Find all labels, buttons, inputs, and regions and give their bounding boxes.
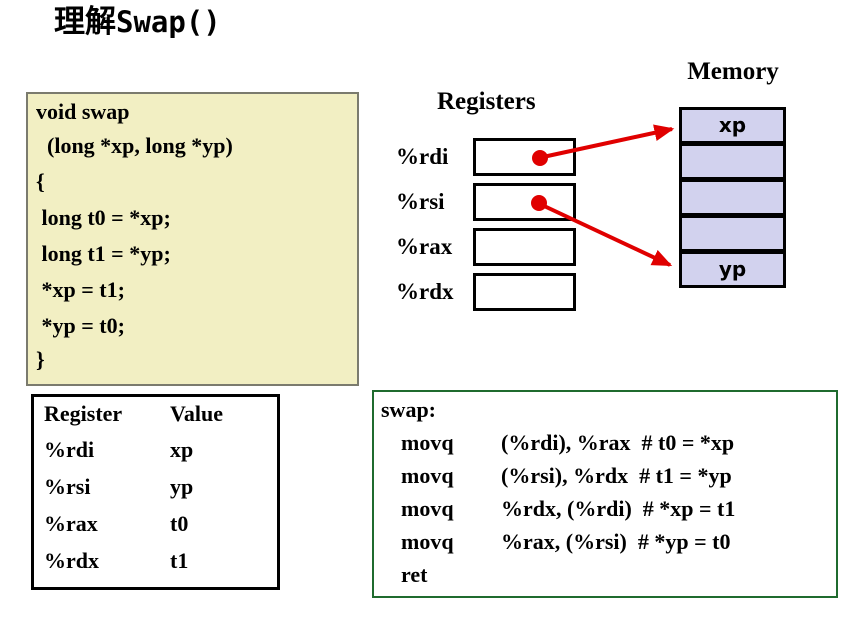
memory-cell-empty[interactable] (679, 179, 786, 216)
registers-heading: Registers (437, 88, 536, 115)
c-code-line: long t0 = *xp; (36, 205, 171, 230)
diagram-register-cell-rsi[interactable] (473, 183, 576, 221)
assembly-code-box: swap: movq (%rdi), %rax # t0 = *xp movq … (372, 390, 838, 598)
table-header-row: Register Value (34, 401, 277, 438)
asm-mnemonic: movq (401, 529, 454, 554)
register-value-table: Register Value %rdi xp %rsi yp %rax t0 %… (31, 394, 280, 590)
memory-cell-yp[interactable]: yp (679, 251, 786, 288)
page-title-mono: Swap() (116, 5, 221, 39)
c-source-code-box: void swap (long *xp, long *yp) { long t0… (26, 92, 359, 386)
cell-register-name: %rdx (44, 548, 99, 573)
diagram-register-label-rsi: %rsi (396, 189, 445, 214)
cell-register-value: xp (170, 437, 194, 462)
cell-register-name: %rdi (44, 437, 95, 462)
memory-cell-empty[interactable] (679, 215, 786, 252)
asm-operands: %rax, (%rsi) # *yp = t0 (501, 529, 731, 554)
table-row: %rdx t1 (34, 548, 277, 585)
c-code-line: *yp = t0; (36, 313, 125, 338)
table-row: %rsi yp (34, 474, 277, 511)
asm-operands: %rdx, (%rdi) # *xp = t1 (501, 496, 736, 521)
c-code-line: long t1 = *yp; (36, 241, 171, 266)
asm-mnemonic: movq (401, 430, 454, 455)
c-code-line: } (36, 347, 45, 372)
asm-operands: (%rsi), %rdx # t1 = *yp (501, 463, 732, 488)
diagram-register-cell-rdi[interactable] (473, 138, 576, 176)
asm-mnemonic: movq (401, 463, 454, 488)
asm-operands: (%rdi), %rax # t0 = *xp (501, 430, 735, 455)
memory-heading: Memory (687, 58, 779, 85)
c-code-line: *xp = t1; (36, 277, 125, 302)
diagram-register-cell-rdx[interactable] (473, 273, 576, 311)
table-row: %rax t0 (34, 511, 277, 548)
cell-register-value: yp (170, 474, 194, 499)
cell-register-value: t1 (170, 548, 189, 573)
diagram-register-label-rax: %rax (396, 234, 453, 259)
asm-label-swap: swap: (381, 397, 437, 422)
cell-register-name: %rsi (44, 474, 91, 499)
page-title: 理解Swap() (54, 2, 221, 42)
column-header-register: Register (44, 401, 123, 426)
asm-mnemonic: movq (401, 496, 454, 521)
column-header-value: Value (170, 401, 223, 426)
diagram-register-label-rdx: %rdx (396, 279, 454, 304)
c-code-line: (long *xp, long *yp) (36, 133, 233, 158)
memory-cell-empty[interactable] (679, 143, 786, 180)
page-title-cjk: 理解 (54, 4, 116, 40)
cell-register-name: %rax (44, 511, 98, 536)
c-code-line: void swap (36, 99, 130, 124)
diagram-register-cell-rax[interactable] (473, 228, 576, 266)
cell-register-value: t0 (170, 511, 189, 536)
memory-block: xp yp (679, 107, 786, 291)
c-code-line: { (36, 169, 45, 194)
asm-mnemonic-ret: ret (401, 562, 428, 587)
memory-cell-xp[interactable]: xp (679, 107, 786, 144)
table-row: %rdi xp (34, 437, 277, 474)
diagram-register-label-rdi: %rdi (396, 144, 449, 169)
